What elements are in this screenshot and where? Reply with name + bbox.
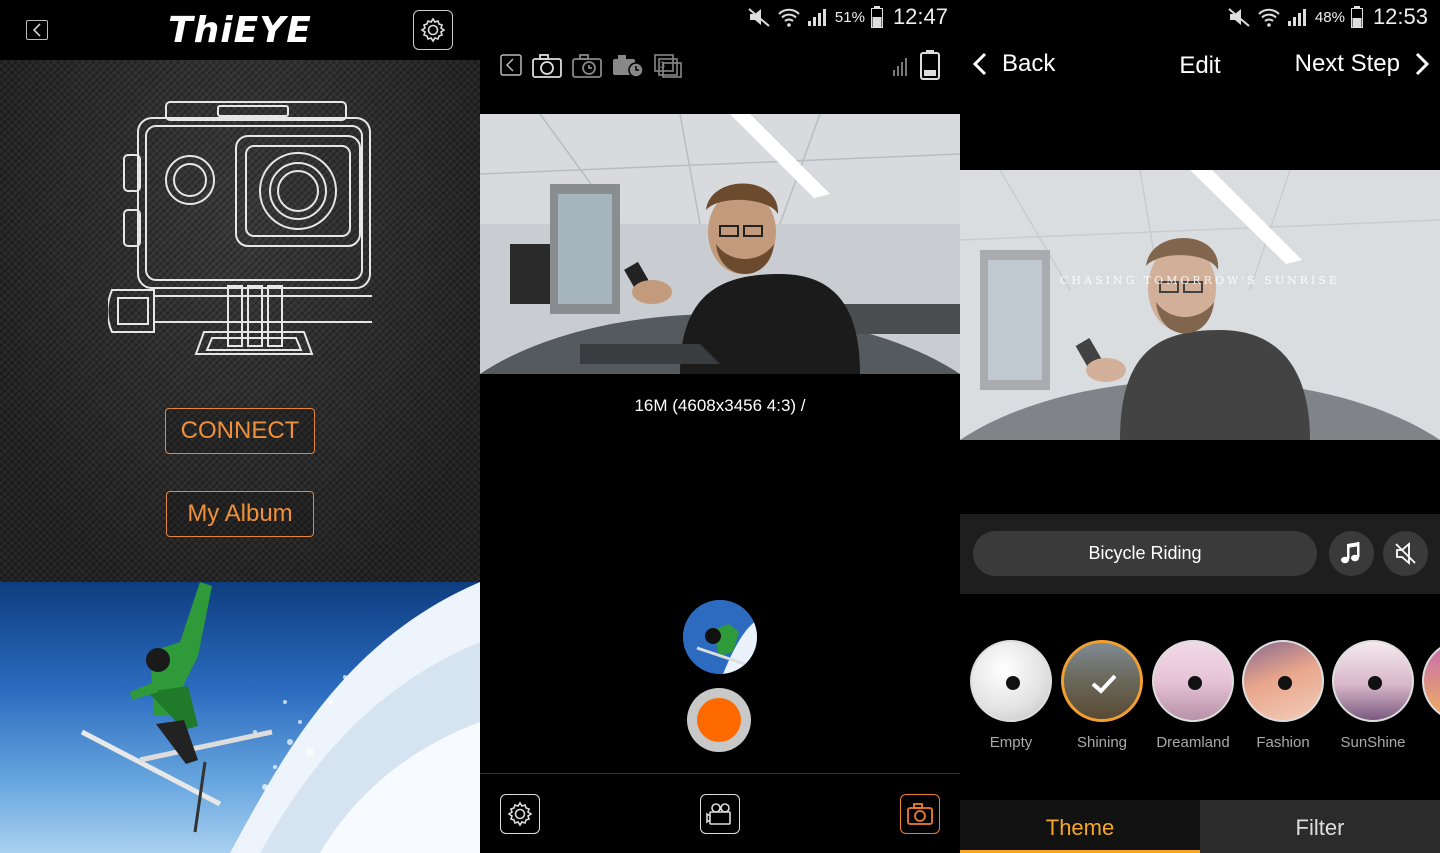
- mute-icon: [748, 8, 770, 27]
- photo-mode-button[interactable]: [900, 794, 940, 834]
- mode-toolbar: 3: [480, 48, 960, 84]
- wifi-icon: [1258, 8, 1280, 27]
- battery-icon: [1350, 6, 1363, 28]
- thumbnail-image: [683, 600, 757, 674]
- gear-icon: [507, 801, 533, 827]
- next-step-label: Next Step: [1294, 50, 1400, 77]
- clock: 12:47: [892, 4, 948, 29]
- theme-title-overlay: CHASING TOMORROW'S SUNRISE: [1060, 274, 1340, 287]
- theme-disc: [1422, 640, 1440, 722]
- bottom-bar: [480, 773, 960, 853]
- music-bar: Bicycle Riding: [960, 514, 1440, 594]
- timer-photo-icon[interactable]: [572, 54, 602, 78]
- skier-image: [80, 582, 480, 853]
- theme-label: Dreamland: [1156, 734, 1230, 751]
- theme-item-fashion[interactable]: Fashion: [1242, 640, 1324, 751]
- next-step-button[interactable]: Next Step: [1295, 50, 1430, 78]
- theme-item-sunshine[interactable]: SunShine: [1332, 640, 1414, 751]
- theme-item-empty[interactable]: Empty: [970, 640, 1052, 751]
- check-icon: [1091, 674, 1117, 694]
- theme-list: Empty Shining Dreamland Fashion SunShine: [960, 640, 1440, 760]
- disc-hole: [1006, 676, 1020, 690]
- status-bar: 48% 12:53: [1227, 0, 1440, 34]
- theme-item-dreamland[interactable]: Dreamland: [1152, 640, 1234, 751]
- camera-icon: [907, 803, 933, 825]
- edit-preview: CHASING TOMORROW'S SUNRISE: [960, 170, 1440, 440]
- home-screen: ThiEYE CONNECT My Album: [0, 0, 480, 853]
- camera-settings-button[interactable]: [500, 794, 540, 834]
- burst-icon[interactable]: 3: [654, 54, 682, 78]
- mute-toggle-button[interactable]: [1383, 531, 1428, 576]
- edit-tabs: Theme Filter: [960, 800, 1440, 853]
- wifi-signal-bars-icon: [893, 58, 907, 76]
- disc-hole: [1278, 676, 1292, 690]
- speaker-mute-icon: [1395, 542, 1416, 565]
- theme-disc: [1332, 640, 1414, 722]
- connect-button[interactable]: CONNECT: [165, 408, 315, 454]
- tab-filter[interactable]: Filter: [1200, 800, 1440, 853]
- my-album-button[interactable]: My Album: [166, 491, 314, 537]
- status-bar: 51% 12:47: [747, 0, 960, 34]
- theme-disc: [1242, 640, 1324, 722]
- photo-mode-icon[interactable]: [532, 54, 562, 78]
- theme-label: Fashion: [1256, 734, 1310, 751]
- back-icon[interactable]: [500, 54, 522, 76]
- theme-disc: [970, 640, 1052, 722]
- chevron-right-icon: [1415, 52, 1430, 76]
- tab-theme[interactable]: Theme: [960, 800, 1200, 853]
- battery-icon: [870, 6, 883, 28]
- home-body: CONNECT My Album: [0, 60, 480, 582]
- app-logo: ThiEYE: [168, 10, 312, 51]
- camera-battery-icon: [920, 50, 940, 80]
- gear-icon: [420, 17, 446, 43]
- timelapse-icon[interactable]: [612, 54, 644, 78]
- music-track-selector[interactable]: Bicycle Riding: [973, 531, 1317, 576]
- shutter-button[interactable]: [687, 688, 751, 752]
- music-button[interactable]: [1329, 531, 1374, 576]
- theme-item-partial[interactable]: [1422, 640, 1440, 722]
- camera-screen: 51% 12:47 3 16M (4608x3456 4:3) /: [480, 0, 960, 853]
- theme-label: Shining: [1076, 734, 1128, 751]
- battery-percent: 51%: [834, 8, 865, 26]
- theme-item-shining[interactable]: Shining: [1061, 640, 1143, 751]
- video-mode-button[interactable]: [700, 794, 740, 834]
- svg-text:3: 3: [660, 60, 665, 70]
- action-camera-illustration: [108, 101, 372, 355]
- battery-percent: 48%: [1314, 8, 1345, 26]
- theme-disc: [1061, 640, 1143, 722]
- settings-button[interactable]: [413, 10, 453, 50]
- disc-hole: [1188, 676, 1202, 690]
- disc-hole: [1368, 676, 1382, 690]
- theme-label: SunShine: [1340, 734, 1406, 751]
- video-camera-icon: [706, 803, 731, 825]
- live-preview: [480, 114, 960, 374]
- office-scene: [960, 170, 1440, 440]
- signal-icon: [807, 9, 826, 26]
- theme-disc: [1152, 640, 1234, 722]
- skier-photo: [0, 582, 480, 853]
- top-bar: ThiEYE: [0, 0, 480, 60]
- nav-bar: Back Edit Next Step: [960, 44, 1440, 88]
- music-note-icon: [1341, 542, 1360, 564]
- signal-icon: [1287, 9, 1306, 26]
- mute-icon: [1228, 8, 1250, 27]
- theme-label: Empty: [989, 734, 1033, 751]
- resolution-label: 16M (4608x3456 4:3) /: [634, 396, 806, 415]
- last-capture-thumbnail[interactable]: [683, 600, 757, 674]
- office-scene: [480, 114, 960, 374]
- wifi-icon: [778, 8, 800, 27]
- clock: 12:53: [1372, 4, 1428, 29]
- edit-screen: 48% 12:53 Back Edit Next Step CHASING TO…: [960, 0, 1440, 853]
